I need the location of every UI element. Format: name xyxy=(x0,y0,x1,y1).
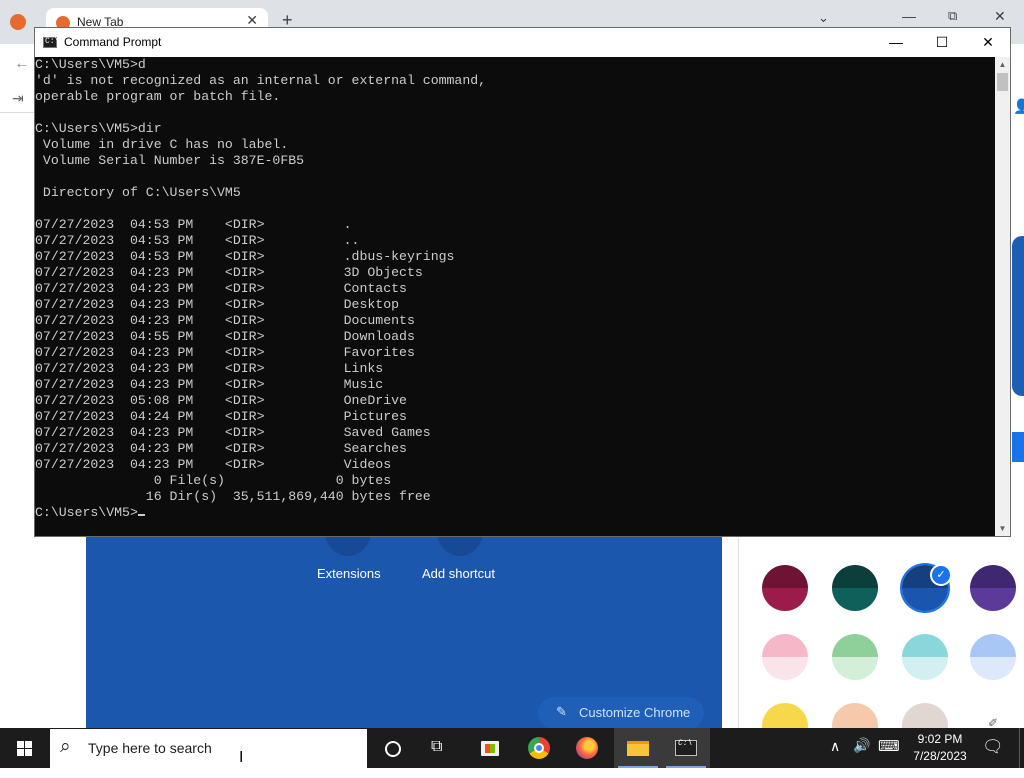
windows-logo-icon xyxy=(17,741,32,756)
browser-minimize-button[interactable]: — xyxy=(902,8,916,24)
firefox-taskbar-button[interactable] xyxy=(564,728,612,768)
cmd-scrollbar[interactable]: ▲ ▼ xyxy=(995,57,1010,536)
cmd-window-title: Command Prompt xyxy=(64,35,162,49)
console-output: C:\Users\VM5>d 'd' is not recognized as … xyxy=(35,57,993,521)
color-swatch[interactable] xyxy=(762,634,808,680)
customize-chrome-button[interactable]: ✎ Customize Chrome xyxy=(538,697,704,729)
scrollbar-thumb[interactable] xyxy=(997,73,1008,91)
cmd-close-button[interactable]: ✕ xyxy=(965,28,1011,57)
color-swatch[interactable] xyxy=(970,634,1016,680)
clock-time: 9:02 PM xyxy=(917,732,963,746)
firefox-taskbar-icon xyxy=(576,737,598,759)
task-view-button[interactable]: ⧉ xyxy=(416,728,464,768)
volume-icon[interactable]: 🔊 xyxy=(853,737,870,777)
profile-icon[interactable]: 👤 xyxy=(1013,98,1024,115)
console-cursor xyxy=(137,514,145,516)
browser-close-button[interactable]: ✕ xyxy=(994,8,1006,25)
show-hidden-icons-chevron-icon[interactable]: ∧ xyxy=(830,738,840,778)
sign-in-icon[interactable]: ⇥ xyxy=(12,90,24,107)
command-prompt-window[interactable]: C:\ Command Prompt — ☐ ✕ C:\Users\VM5>d … xyxy=(34,27,1011,537)
color-swatch[interactable] xyxy=(832,634,878,680)
selected-check-icon: ✓ xyxy=(930,564,952,586)
color-swatch[interactable] xyxy=(902,634,948,680)
color-swatch[interactable] xyxy=(970,565,1016,611)
text-cursor-icon: I xyxy=(239,749,244,766)
microsoft-store-button[interactable] xyxy=(466,728,514,768)
scroll-up-arrow-icon[interactable]: ▲ xyxy=(995,57,1010,72)
cmd-console[interactable]: C:\Users\VM5>d 'd' is not recognized as … xyxy=(35,57,993,536)
show-desktop-button[interactable] xyxy=(1019,728,1024,768)
pencil-icon: ✎ xyxy=(556,704,567,719)
task-view-icon: ⧉ xyxy=(431,738,443,755)
cmd-maximize-button[interactable]: ☐ xyxy=(919,28,965,57)
scroll-down-arrow-icon[interactable]: ▼ xyxy=(995,521,1010,536)
cmd-app-icon: C:\ xyxy=(43,37,60,48)
color-swatch[interactable] xyxy=(762,565,808,611)
console-history: C:\Users\VM5>d 'd' is not recognized as … xyxy=(35,57,487,504)
clock-date: 7/28/2023 xyxy=(913,749,967,763)
toolbar-divider xyxy=(0,112,34,113)
cortana-icon xyxy=(385,741,401,757)
terminal-icon: C:\ xyxy=(675,739,697,756)
taskbar-search-box[interactable]: ⌕ Type here to search I xyxy=(50,729,367,768)
browser-restore-button[interactable]: ⧉ xyxy=(948,8,957,24)
back-arrow-icon[interactable]: ← xyxy=(14,55,30,73)
cmd-taskbar-button[interactable]: C:\ xyxy=(662,728,710,768)
tab-search-icon[interactable]: ⌄ xyxy=(818,10,829,26)
firefox-icon xyxy=(10,14,26,30)
search-icon: ⌕ xyxy=(60,736,71,757)
side-panel-button-edge xyxy=(1012,432,1024,462)
keyboard-icon[interactable]: ⌨ xyxy=(878,737,900,777)
start-button[interactable] xyxy=(0,728,48,768)
shortcut-label-add-shortcut[interactable]: Add shortcut xyxy=(422,566,495,581)
chrome-taskbar-button[interactable] xyxy=(516,728,564,768)
customize-chrome-label: Customize Chrome xyxy=(579,705,691,720)
folder-icon xyxy=(627,741,649,756)
notifications-icon[interactable]: 🗨 xyxy=(982,737,1004,757)
shortcut-label-extensions[interactable]: Extensions xyxy=(317,566,381,581)
side-panel-edge xyxy=(1012,236,1024,396)
file-explorer-taskbar-button[interactable] xyxy=(614,728,662,768)
cmd-title-bar[interactable]: C:\ Command Prompt — ☐ ✕ xyxy=(35,28,1010,57)
color-swatch[interactable] xyxy=(832,565,878,611)
cmd-minimize-button[interactable]: — xyxy=(873,28,919,57)
cortana-button[interactable] xyxy=(368,728,416,768)
taskbar-clock[interactable]: 9:02 PM 7/28/2023 xyxy=(904,731,976,765)
search-placeholder: Type here to search xyxy=(88,740,212,756)
taskbar: ⌕ Type here to search I ⧉ C:\ ∧ 🔊 ⌨ 9:02… xyxy=(0,728,1024,768)
console-prompt: C:\Users\VM5> xyxy=(35,505,138,520)
